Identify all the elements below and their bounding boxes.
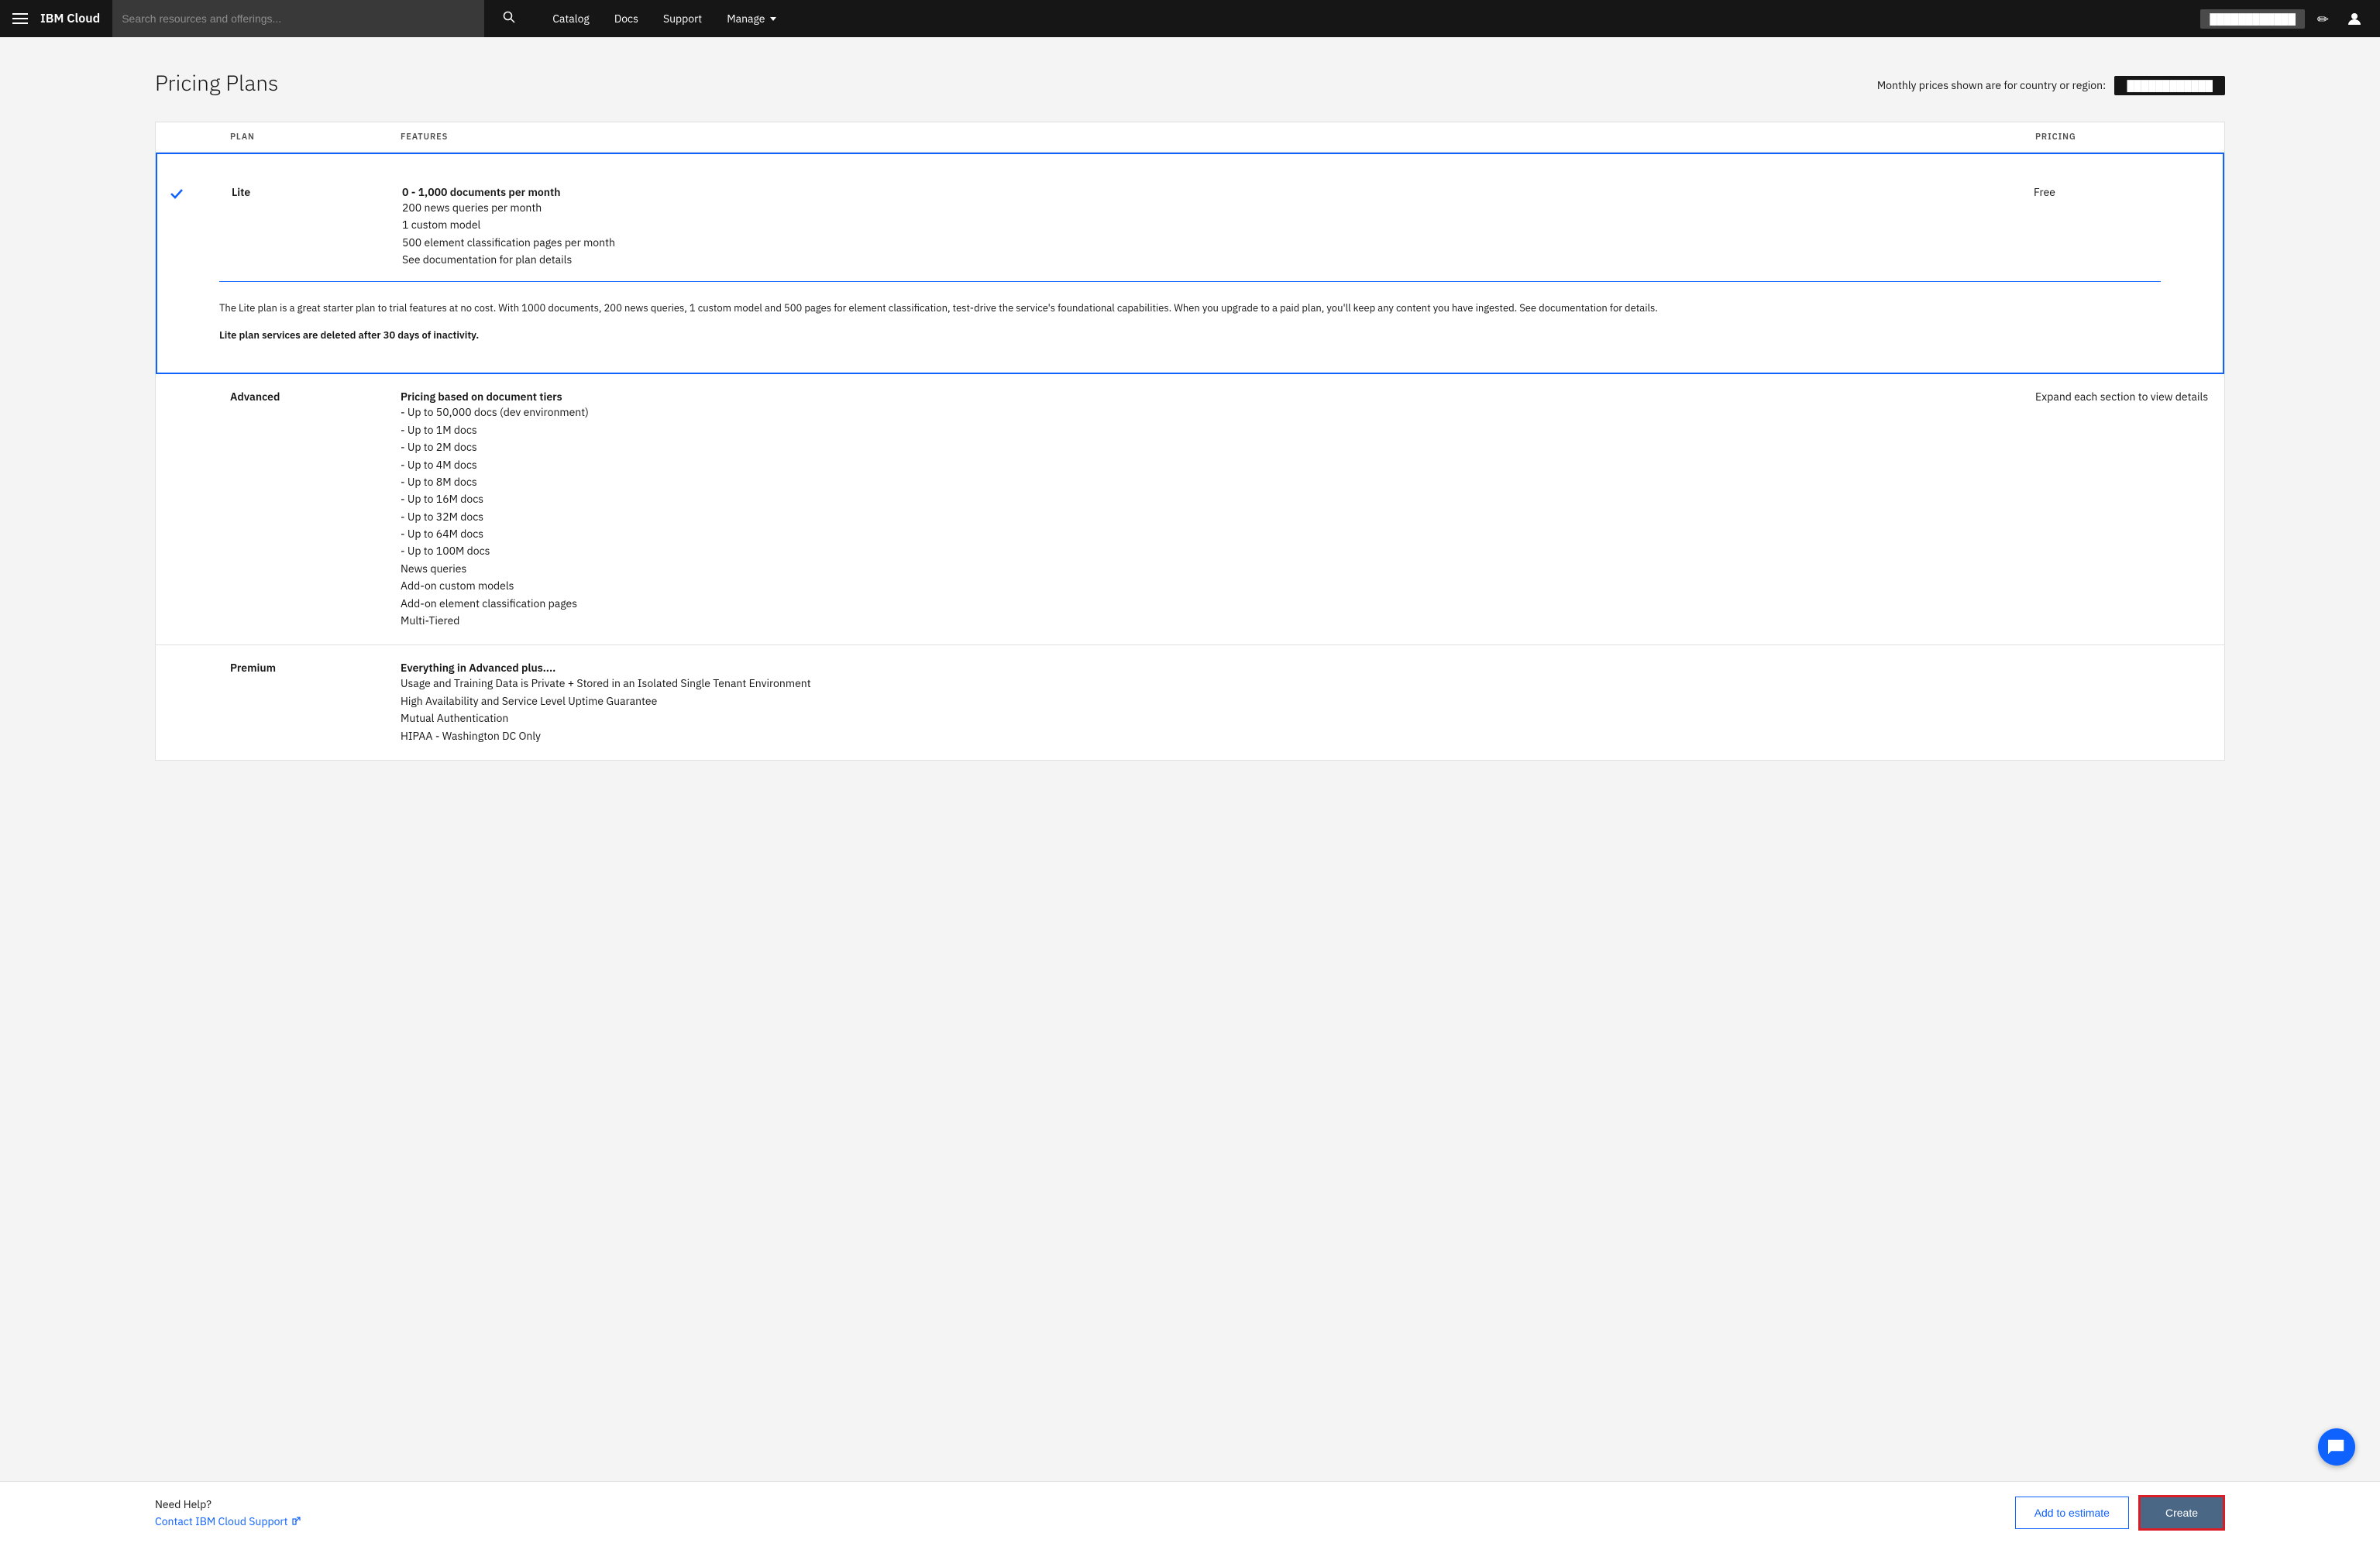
edit-icon[interactable]: ✏ <box>2311 10 2335 28</box>
adv-f3: - Up to 4M docs <box>401 456 2010 473</box>
adv-f2: - Up to 2M docs <box>401 438 2010 455</box>
nav-catalog[interactable]: Catalog <box>540 0 602 37</box>
lite-warning-text: Lite plan services are deleted after 30 … <box>219 328 479 342</box>
advanced-check <box>156 390 218 391</box>
header-plan: PLAN <box>218 132 388 143</box>
header-check <box>156 132 218 143</box>
adv-f9: News queries <box>401 560 2010 577</box>
nav-support[interactable]: Support <box>651 0 714 37</box>
menu-icon[interactable] <box>12 11 28 26</box>
lite-warning: Lite plan services are deleted after 30 … <box>157 322 2223 357</box>
prem-f2: Mutual Authentication <box>401 710 2010 727</box>
navbar-links: Catalog Docs Support Manage <box>540 0 789 37</box>
adv-f1: - Up to 1M docs <box>401 421 2010 438</box>
prem-f0: Usage and Training Data is Private + Sto… <box>401 675 2010 692</box>
region-label: Monthly prices shown are for country or … <box>1877 78 2106 92</box>
search-input[interactable] <box>112 0 484 37</box>
lite-plan-name: Lite <box>219 185 390 199</box>
search-icon[interactable] <box>503 11 515 26</box>
adv-f5: - Up to 16M docs <box>401 490 2010 507</box>
region-row: Pricing Plans Monthly prices shown are f… <box>155 68 2225 103</box>
plan-row-advanced[interactable]: Advanced Pricing based on document tiers… <box>156 374 2224 645</box>
advanced-feature-main: Pricing based on document tiers <box>401 390 2010 404</box>
advanced-pricing: Expand each section to view details <box>2023 390 2224 404</box>
lite-features: 0 - 1,000 documents per month 200 news q… <box>390 185 2021 269</box>
premium-check <box>156 661 218 662</box>
page-title: Pricing Plans <box>155 68 278 97</box>
footer-left: Need Help? Contact IBM Cloud Support <box>155 1497 301 1528</box>
nav-manage[interactable]: Manage <box>714 0 789 37</box>
adv-f0: - Up to 50,000 docs (dev environment) <box>401 404 2010 421</box>
support-link[interactable]: Contact IBM Cloud Support <box>155 1514 301 1528</box>
lite-feature-0: 200 news queries per month <box>402 199 2009 216</box>
adv-f7: - Up to 64M docs <box>401 525 2010 542</box>
premium-features: Everything in Advanced plus.... Usage an… <box>388 661 2023 744</box>
lite-feature-3: See documentation for plan details <box>402 251 2009 268</box>
chat-button[interactable] <box>2318 1428 2355 1466</box>
header-pricing: PRICING <box>2023 132 2224 143</box>
navbar-brand: IBM Cloud <box>40 11 100 26</box>
adv-f6: - Up to 32M docs <box>401 508 2010 525</box>
external-link-icon <box>291 1517 301 1526</box>
prem-f3: HIPAA - Washington DC Only <box>401 727 2010 744</box>
lite-pricing: Free <box>2021 185 2223 199</box>
plan-row-premium[interactable]: Premium Everything in Advanced plus.... … <box>156 645 2224 760</box>
prem-f1: High Availability and Service Level Upti… <box>401 692 2010 710</box>
plan-row-lite[interactable]: Lite 0 - 1,000 documents per month 200 n… <box>156 153 2224 374</box>
nav-docs[interactable]: Docs <box>602 0 651 37</box>
adv-f10: Add-on custom models <box>401 577 2010 594</box>
navbar-right: ████████████ ✏ <box>2200 9 2368 29</box>
pricing-table: PLAN FEATURES PRICING Lite 0 - 1,000 doc… <box>155 122 2225 761</box>
main-content: Pricing Plans Monthly prices shown are f… <box>0 37 2380 1481</box>
lite-check-icon <box>157 185 219 204</box>
region-value[interactable]: ████████████ <box>2114 76 2225 95</box>
navbar-account[interactable]: ████████████ <box>2200 9 2305 29</box>
create-button[interactable]: Create <box>2138 1495 2225 1531</box>
lite-feature-main: 0 - 1,000 documents per month <box>402 185 2009 199</box>
adv-f8: - Up to 100M docs <box>401 542 2010 559</box>
footer: Need Help? Contact IBM Cloud Support Add… <box>0 1481 2380 1543</box>
footer-help: Need Help? <box>155 1497 301 1511</box>
navbar: IBM Cloud Catalog Docs Support Manage ██… <box>0 0 2380 37</box>
header-features: FEATURES <box>388 132 2023 143</box>
lite-description: The Lite plan is a great starter plan to… <box>157 294 2223 323</box>
lite-feature-2: 500 element classification pages per mon… <box>402 234 2009 251</box>
advanced-plan-name: Advanced <box>218 390 388 404</box>
lite-feature-1: 1 custom model <box>402 216 2009 233</box>
adv-f11: Add-on element classification pages <box>401 595 2010 612</box>
region-selector: Monthly prices shown are for country or … <box>1877 76 2225 95</box>
premium-plan-name: Premium <box>218 661 388 675</box>
lite-divider <box>219 281 2161 282</box>
footer-right: Add to estimate Create <box>2015 1495 2225 1531</box>
adv-f12: Multi-Tiered <box>401 612 2010 629</box>
premium-feature-main: Everything in Advanced plus.... <box>401 661 2010 675</box>
adv-f4: - Up to 8M docs <box>401 473 2010 490</box>
user-icon[interactable] <box>2341 12 2368 26</box>
add-to-estimate-button[interactable]: Add to estimate <box>2015 1497 2129 1529</box>
lite-top: Lite 0 - 1,000 documents per month 200 n… <box>157 170 2223 269</box>
table-header: PLAN FEATURES PRICING <box>156 122 2224 153</box>
advanced-features: Pricing based on document tiers - Up to … <box>388 390 2023 629</box>
